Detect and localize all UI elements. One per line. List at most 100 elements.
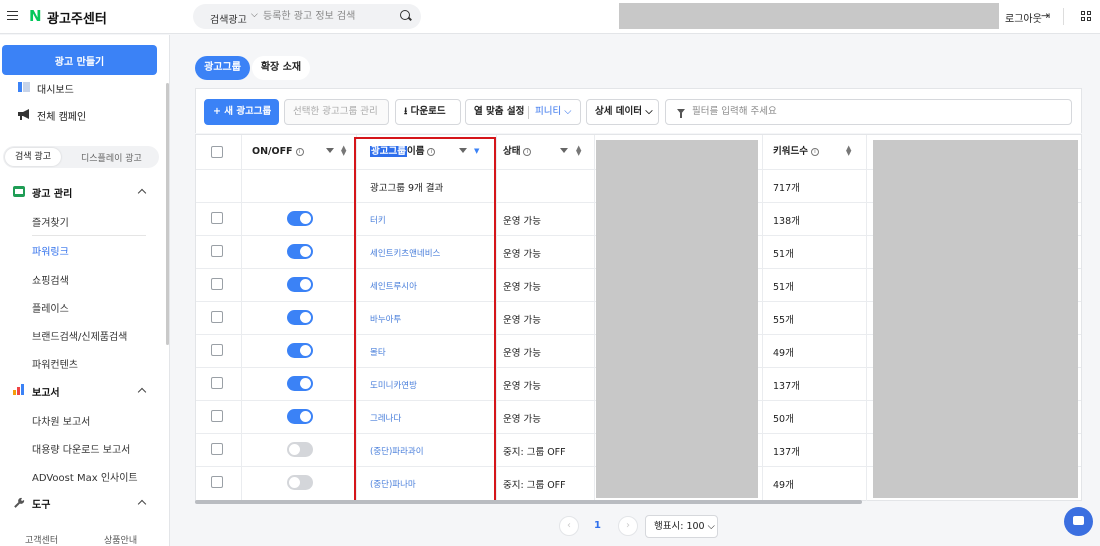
download-icon: ⭳: [404, 106, 411, 117]
section-ad-management[interactable]: 광고 관리: [32, 185, 72, 200]
row-checkbox[interactable]: [211, 311, 223, 323]
keyword-count: 138개: [773, 216, 800, 227]
column-fit-dropdown[interactable]: 열 맞춤 설정 피니티 ⌵: [465, 99, 581, 125]
detail-data-dropdown[interactable]: 상세 데이터 ⌵: [586, 99, 659, 125]
sidebar-scrollbar[interactable]: [166, 83, 169, 345]
onoff-toggle[interactable]: [287, 244, 313, 259]
sidebar-item-bulk-download[interactable]: 대용량 다운로드 보고서: [32, 441, 130, 456]
filter-icon[interactable]: [326, 148, 334, 153]
column-fit-label: 열 맞춤 설정: [474, 106, 525, 117]
row-checkbox[interactable]: [211, 476, 223, 488]
column-header-status-label: 상태: [503, 146, 521, 157]
ad-type-segment: 검색 광고 디스플레이 광고: [3, 146, 159, 168]
sidebar-item-shopping[interactable]: 쇼핑검색: [32, 272, 69, 287]
product-info-link[interactable]: 상품안내: [104, 533, 137, 546]
current-page[interactable]: 1: [594, 520, 601, 531]
column-header-onoff[interactable]: ON/OFF i: [252, 135, 304, 169]
sidebar-item-place[interactable]: 플레이스: [32, 300, 69, 315]
onoff-toggle[interactable]: [287, 475, 313, 490]
redacted-column: [596, 140, 758, 498]
keyword-count: 51개: [773, 282, 794, 293]
apps-grid-icon[interactable]: [1081, 11, 1091, 21]
row-checkbox[interactable]: [211, 212, 223, 224]
horizontal-scrollbar[interactable]: [195, 500, 862, 504]
page-size-label: 행표시: 100: [654, 521, 705, 532]
segment-search-ad[interactable]: 검색 광고: [5, 148, 61, 166]
row-checkbox[interactable]: [211, 344, 223, 356]
status-text: 운영 가능: [503, 348, 541, 359]
chevron-up-icon[interactable]: [137, 387, 147, 397]
status-text: 운영 가능: [503, 216, 541, 227]
keyword-count: 137개: [773, 381, 800, 392]
column-fit-value: 피니티 ⌵: [535, 106, 572, 117]
onoff-toggle[interactable]: [287, 343, 313, 358]
app-title[interactable]: 광고주센터: [47, 8, 107, 27]
sidebar-item-powerlink[interactable]: 파워링크: [32, 243, 69, 258]
chevron-down-icon: ⌵: [707, 521, 715, 532]
onoff-toggle[interactable]: [287, 376, 313, 391]
sidebar-item-power-contents[interactable]: 파워컨텐츠: [32, 356, 78, 371]
info-icon[interactable]: i: [295, 147, 304, 156]
sort-icon[interactable]: ▲ ▼: [846, 145, 851, 157]
tab-ad-group[interactable]: 광고그룹: [195, 56, 250, 80]
row-checkbox[interactable]: [211, 278, 223, 290]
row-checkbox[interactable]: [211, 410, 223, 422]
logout-icon[interactable]: ⇥: [1041, 9, 1050, 22]
column-header-keywords[interactable]: 키워드수 i: [773, 135, 819, 169]
chat-icon[interactable]: [1064, 507, 1093, 536]
sort-icon[interactable]: ▲ ▼: [341, 145, 346, 157]
select-all-checkbox[interactable]: [211, 146, 223, 158]
search-type-select[interactable]: 검색광고: [210, 11, 247, 26]
sidebar-item-brand-search[interactable]: 브랜드검색/신제품검색: [32, 328, 127, 343]
search-icon[interactable]: [400, 10, 410, 20]
onoff-toggle[interactable]: [287, 310, 313, 325]
menu-icon[interactable]: [7, 11, 18, 20]
row-checkbox[interactable]: [211, 245, 223, 257]
sort-icon[interactable]: ▲ ▼: [576, 145, 581, 157]
row-checkbox[interactable]: [211, 377, 223, 389]
filter-input[interactable]: 필터를 입력해 주세요: [665, 99, 1072, 125]
new-ad-group-button[interactable]: + 새 광고그룹: [204, 99, 279, 125]
search-input[interactable]: [263, 9, 393, 24]
section-reports[interactable]: 보고서: [32, 384, 60, 399]
section-tools[interactable]: 도구: [32, 496, 50, 511]
sidebar-item-all-campaigns[interactable]: 전체 캠페인: [37, 108, 86, 123]
create-ad-button[interactable]: 광고 만들기: [2, 45, 157, 75]
logout-button[interactable]: 로그아웃: [1005, 10, 1042, 25]
row-checkbox[interactable]: [211, 443, 223, 455]
page-size-select[interactable]: 행표시: 100 ⌵: [645, 515, 718, 538]
support-link[interactable]: 고객센터: [25, 533, 58, 546]
tab-extension[interactable]: 확장 소재: [252, 56, 310, 80]
download-label: 다운로드: [410, 106, 446, 117]
summary-keywords: 717개: [773, 183, 800, 194]
table-toolbar: + 새 광고그룹 선택한 광고그룹 관리 ⭳ 다운로드 열 맞춤 설정 피니티 …: [195, 88, 1082, 133]
download-button[interactable]: ⭳ 다운로드: [395, 99, 461, 125]
column-fit-value-text: 피니티: [535, 106, 562, 117]
next-page-button[interactable]: ›: [618, 516, 638, 536]
sidebar-item-multidim-report[interactable]: 다차원 보고서: [32, 413, 90, 428]
sidebar-item-favorites[interactable]: 즐겨찾기: [32, 214, 69, 229]
keyword-count: 51개: [773, 249, 794, 260]
info-icon[interactable]: i: [523, 147, 532, 156]
divider: [762, 135, 763, 501]
chevron-up-icon[interactable]: [137, 188, 147, 198]
onoff-toggle[interactable]: [287, 409, 313, 424]
filter-icon[interactable]: [560, 148, 568, 153]
divider: [528, 106, 529, 119]
filter-icon: [677, 109, 685, 118]
onoff-toggle[interactable]: [287, 442, 313, 457]
chevron-up-icon[interactable]: [137, 499, 147, 509]
chevron-down-icon[interactable]: ⌵: [251, 10, 258, 20]
keyword-count: 55개: [773, 315, 794, 326]
sidebar-item-advoost[interactable]: ADVoost Max 인사이트: [32, 469, 138, 484]
sidebar-item-dashboard[interactable]: 대시보드: [37, 81, 74, 96]
status-text: 운영 가능: [503, 315, 541, 326]
manage-selected-button[interactable]: 선택한 광고그룹 관리: [284, 99, 389, 125]
prev-page-button[interactable]: ‹: [559, 516, 579, 536]
column-header-status[interactable]: 상태 i: [503, 135, 532, 169]
global-search: 검색광고 ⌵: [193, 4, 421, 29]
info-icon[interactable]: i: [810, 147, 819, 156]
onoff-toggle[interactable]: [287, 211, 313, 226]
segment-display-ad[interactable]: 디스플레이 광고: [81, 151, 142, 164]
onoff-toggle[interactable]: [287, 277, 313, 292]
